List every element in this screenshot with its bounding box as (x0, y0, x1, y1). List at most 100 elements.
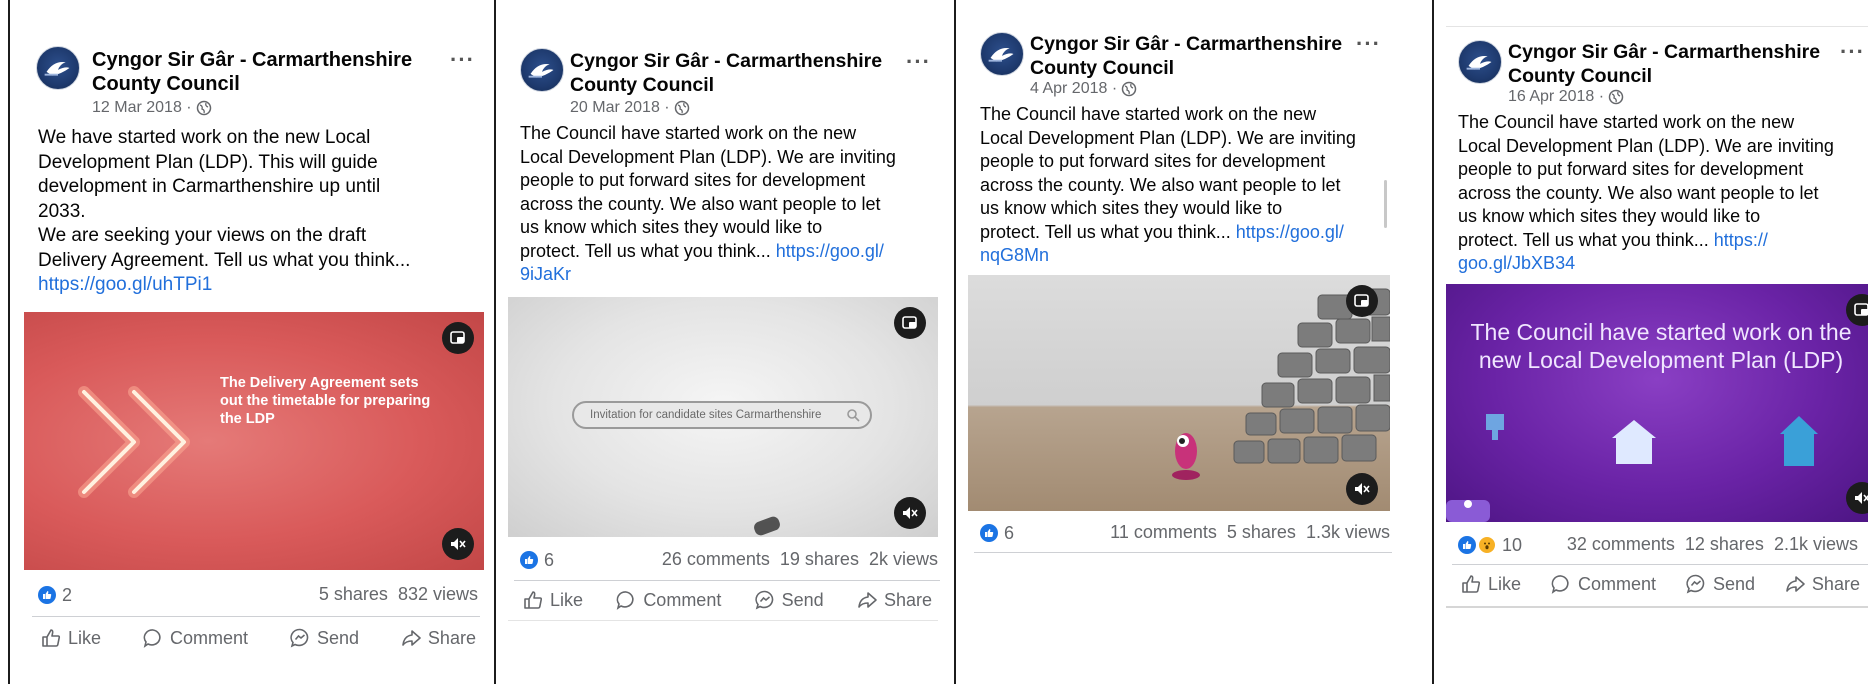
post-stats: 6 11 comments 5 shares 1.3k views (980, 522, 1390, 544)
post-bottom-rule (1446, 606, 1868, 608)
like-reaction-icon (1458, 536, 1476, 554)
shares-count[interactable]: 12 shares (1685, 534, 1764, 554)
send-button[interactable]: Send (289, 627, 359, 649)
post-date[interactable]: 12 Mar 2018 · (92, 99, 192, 117)
comment-button[interactable]: Comment (615, 589, 721, 611)
post-text: The Council have started work on the new… (1458, 112, 1834, 273)
video-player[interactable]: Invitation for candidate sites Carmarthe… (508, 297, 938, 537)
muted-speaker-icon (903, 507, 918, 519)
like-button[interactable]: Like (522, 589, 583, 611)
search-bar-graphic: Invitation for candidate sites Carmarthe… (572, 401, 872, 429)
share-button[interactable]: Share (856, 589, 932, 611)
globe-icon (1121, 81, 1137, 97)
comment-button[interactable]: Comment (142, 627, 248, 649)
post-date[interactable]: 4 Apr 2018 · (1030, 80, 1117, 98)
post-stats: 2 5 shares 832 views (38, 584, 478, 606)
page-name[interactable]: Cyngor Sir Gâr - Carmarthenshire County C… (570, 49, 882, 97)
stats-divider (1452, 564, 1868, 565)
shares-count[interactable]: 5 shares (319, 584, 388, 604)
page-avatar[interactable] (980, 32, 1024, 76)
send-button[interactable]: Send (1685, 573, 1755, 595)
share-button[interactable]: Share (400, 627, 476, 649)
pip-icon (1354, 294, 1369, 307)
more-options-icon[interactable]: ··· (450, 49, 475, 71)
page-name[interactable]: Cyngor Sir Gâr - Carmarthenshire County C… (92, 48, 412, 96)
stats-divider (514, 580, 940, 581)
comments-count[interactable]: 11 comments (1110, 522, 1217, 542)
shares-count[interactable]: 19 shares (780, 549, 859, 569)
reaction-count[interactable]: 6 (980, 523, 1014, 544)
muted-speaker-icon (1355, 483, 1370, 495)
panel-top-rule (1446, 26, 1868, 27)
neon-chevrons-graphic (78, 386, 190, 498)
mute-button[interactable] (442, 528, 474, 560)
action-bar: Like Comment Send Share (40, 627, 476, 649)
mute-button[interactable] (894, 497, 926, 529)
post-text: The Council have started work on the new… (520, 123, 896, 284)
post-link[interactable]: https://goo.gl/ (776, 241, 884, 261)
picture-in-picture-button[interactable] (442, 322, 474, 354)
reaction-count[interactable]: 2 (38, 585, 72, 606)
character-graphic (1172, 433, 1200, 480)
like-reaction-icon (38, 586, 56, 604)
like-button[interactable]: Like (40, 627, 101, 649)
comment-button[interactable]: Comment (1550, 573, 1656, 595)
views-count: 2k views (868, 549, 938, 569)
mute-button[interactable] (1346, 473, 1378, 505)
thumbs-up-icon (42, 629, 61, 647)
share-button[interactable]: Share (1784, 573, 1860, 595)
video-overlay-text: The Council have started work on the new… (1470, 319, 1852, 373)
post-panel-4: Cyngor Sir Gâr - Carmarthenshire County C… (1434, 0, 1868, 684)
cursor-shadow (752, 514, 782, 537)
post-date[interactable]: 16 Apr 2018 · (1508, 88, 1604, 106)
shares-count[interactable]: 5 shares (1227, 522, 1296, 542)
post-stats: 6 26 comments 19 shares 2k views (520, 549, 938, 571)
comment-bubble-icon (616, 591, 634, 610)
reaction-count[interactable]: 10 (1458, 535, 1522, 556)
stats-divider (974, 552, 1392, 553)
picture-in-picture-button[interactable] (894, 307, 926, 339)
send-button[interactable]: Send (754, 589, 824, 611)
post-link-cont[interactable]: goo.gl/JbXB34 (1458, 253, 1575, 273)
post-date[interactable]: 20 Mar 2018 · (570, 99, 670, 117)
post-link[interactable]: https:// (1714, 230, 1768, 250)
search-icon (847, 409, 860, 422)
reaction-count[interactable]: 6 (520, 550, 554, 571)
post-text: The Council have started work on the new… (980, 104, 1356, 265)
more-options-icon[interactable]: ··· (906, 51, 931, 73)
post-stats: 10 32 comments 12 shares 2.1k views (1458, 534, 1858, 556)
views-count: 832 views (397, 584, 478, 604)
like-reaction-icon (980, 524, 998, 542)
picture-in-picture-button[interactable] (1346, 285, 1378, 317)
video-player[interactable] (968, 275, 1390, 511)
share-arrow-icon (1786, 576, 1805, 592)
post-link-cont[interactable]: 9iJaKr (520, 264, 571, 284)
views-count: 1.3k views (1305, 522, 1390, 542)
post-panel-3: Cyngor Sir Gâr - Carmarthenshire County C… (956, 0, 1434, 684)
action-bar: Like Comment Send Share (1460, 573, 1860, 595)
page-avatar[interactable] (1458, 40, 1502, 84)
comments-count[interactable]: 26 comments (662, 549, 770, 569)
like-button[interactable]: Like (1460, 573, 1521, 595)
more-options-icon[interactable]: ··· (1840, 41, 1865, 63)
post-link[interactable]: https://goo.gl/ (1236, 222, 1344, 242)
pip-icon (1854, 303, 1868, 316)
post-meta: 20 Mar 2018 · (570, 99, 690, 117)
messenger-icon (290, 628, 309, 648)
video-player[interactable]: The Council have started work on the new… (1446, 284, 1868, 522)
post-panel-2: Cyngor Sir Gâr - Carmarthenshire County C… (496, 0, 956, 684)
page-avatar[interactable] (36, 46, 80, 90)
page-avatar[interactable] (520, 48, 564, 92)
messenger-icon (1686, 574, 1705, 594)
video-player[interactable]: The Delivery Agreement sets out the time… (24, 312, 484, 570)
post-link[interactable]: https://goo.gl/uhTPi1 (38, 274, 212, 295)
post-bottom-rule (508, 620, 938, 621)
video-overlay-text: The Delivery Agreement sets out the time… (220, 375, 431, 427)
page-name[interactable]: Cyngor Sir Gâr - Carmarthenshire County C… (1508, 40, 1820, 88)
more-options-icon[interactable]: ··· (1356, 33, 1381, 55)
post-link-cont[interactable]: nqG8Mn (980, 245, 1049, 265)
comments-count[interactable]: 32 comments (1567, 534, 1675, 554)
text-scrollbar[interactable] (1384, 180, 1387, 228)
messenger-icon (754, 590, 773, 610)
page-name[interactable]: Cyngor Sir Gâr - Carmarthenshire County C… (1030, 32, 1342, 80)
